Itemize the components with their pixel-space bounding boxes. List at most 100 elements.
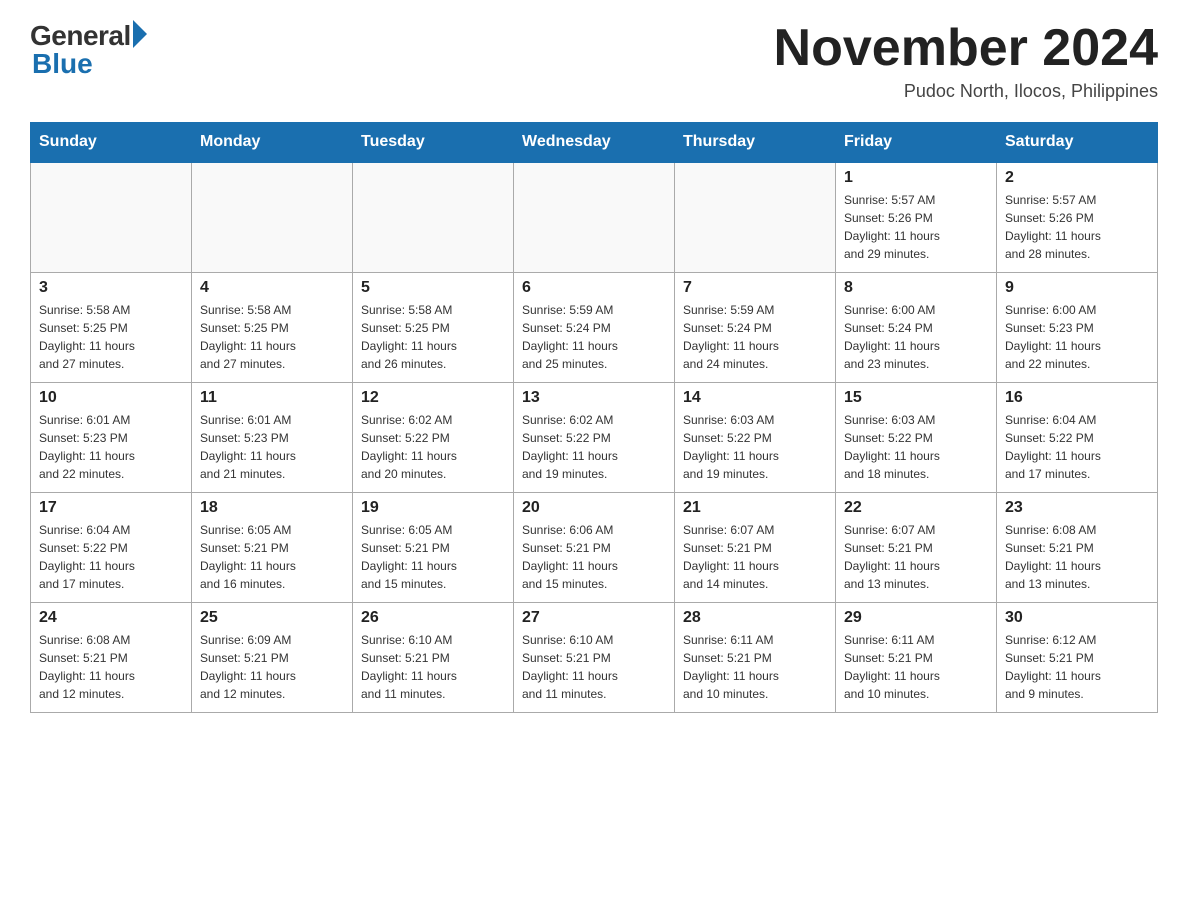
sun-info: Sunrise: 6:08 AM Sunset: 5:21 PM Dayligh… xyxy=(39,631,183,703)
day-number: 3 xyxy=(39,279,183,297)
calendar-cell xyxy=(675,162,836,272)
sun-info: Sunrise: 6:03 AM Sunset: 5:22 PM Dayligh… xyxy=(683,411,827,483)
sun-info: Sunrise: 5:58 AM Sunset: 5:25 PM Dayligh… xyxy=(39,301,183,373)
sun-info: Sunrise: 6:10 AM Sunset: 5:21 PM Dayligh… xyxy=(522,631,666,703)
day-number: 21 xyxy=(683,499,827,517)
logo-arrow-icon xyxy=(133,20,147,48)
calendar-cell: 8 Sunrise: 6:00 AM Sunset: 5:24 PM Daylig… xyxy=(836,272,997,382)
calendar-cell: 3 Sunrise: 5:58 AM Sunset: 5:25 PM Daylig… xyxy=(31,272,192,382)
col-wednesday: Wednesday xyxy=(514,123,675,163)
calendar-cell: 14 Sunrise: 6:03 AM Sunset: 5:22 PM Dayli… xyxy=(675,382,836,492)
calendar-cell: 7Sunrise: 5:59 AM Sunset: 5:24 PM Daylig… xyxy=(675,272,836,382)
calendar-cell: 29 Sunrise: 6:11 AM Sunset: 5:21 PM Dayli… xyxy=(836,602,997,712)
month-year-title: November 2024 xyxy=(774,20,1158,77)
calendar-cell xyxy=(31,162,192,272)
sun-info: Sunrise: 6:12 AM Sunset: 5:21 PM Dayligh… xyxy=(1005,631,1149,703)
day-number: 23 xyxy=(1005,499,1149,517)
page-header: General Blue November 2024 Pudoc North, … xyxy=(30,20,1158,102)
calendar-cell: 16Sunrise: 6:04 AM Sunset: 5:22 PM Dayli… xyxy=(997,382,1158,492)
location-subtitle: Pudoc North, Ilocos, Philippines xyxy=(774,81,1158,102)
calendar-cell xyxy=(514,162,675,272)
day-number: 5 xyxy=(361,279,505,297)
calendar-row-2: 3 Sunrise: 5:58 AM Sunset: 5:25 PM Daylig… xyxy=(31,272,1158,382)
day-number: 26 xyxy=(361,609,505,627)
calendar-cell: 11 Sunrise: 6:01 AM Sunset: 5:23 PM Dayli… xyxy=(192,382,353,492)
calendar-cell: 17 Sunrise: 6:04 AM Sunset: 5:22 PM Dayli… xyxy=(31,492,192,602)
day-number: 17 xyxy=(39,499,183,517)
calendar-cell: 1 Sunrise: 5:57 AM Sunset: 5:26 PM Daylig… xyxy=(836,162,997,272)
sun-info: Sunrise: 6:02 AM Sunset: 5:22 PM Dayligh… xyxy=(361,411,505,483)
calendar-cell: 10 Sunrise: 6:01 AM Sunset: 5:23 PM Dayli… xyxy=(31,382,192,492)
col-sunday: Sunday xyxy=(31,123,192,163)
calendar-cell xyxy=(192,162,353,272)
day-number: 14 xyxy=(683,389,827,407)
calendar-cell xyxy=(353,162,514,272)
calendar-cell: 27 Sunrise: 6:10 AM Sunset: 5:21 PM Dayli… xyxy=(514,602,675,712)
sun-info: Sunrise: 6:10 AM Sunset: 5:21 PM Dayligh… xyxy=(361,631,505,703)
calendar-cell: 9 Sunrise: 6:00 AM Sunset: 5:23 PM Daylig… xyxy=(997,272,1158,382)
calendar-cell: 24 Sunrise: 6:08 AM Sunset: 5:21 PM Dayli… xyxy=(31,602,192,712)
calendar-cell: 13 Sunrise: 6:02 AM Sunset: 5:22 PM Dayli… xyxy=(514,382,675,492)
day-number: 22 xyxy=(844,499,988,517)
sun-info: Sunrise: 6:07 AM Sunset: 5:21 PM Dayligh… xyxy=(683,521,827,593)
calendar-cell: 26 Sunrise: 6:10 AM Sunset: 5:21 PM Dayli… xyxy=(353,602,514,712)
calendar-row-1: 1 Sunrise: 5:57 AM Sunset: 5:26 PM Daylig… xyxy=(31,162,1158,272)
sun-info: Sunrise: 6:00 AM Sunset: 5:24 PM Dayligh… xyxy=(844,301,988,373)
calendar-cell: 23 Sunrise: 6:08 AM Sunset: 5:21 PM Dayli… xyxy=(997,492,1158,602)
sun-info: Sunrise: 6:00 AM Sunset: 5:23 PM Dayligh… xyxy=(1005,301,1149,373)
day-number: 9 xyxy=(1005,279,1149,297)
calendar-row-3: 10 Sunrise: 6:01 AM Sunset: 5:23 PM Dayli… xyxy=(31,382,1158,492)
day-number: 4 xyxy=(200,279,344,297)
calendar-cell: 20Sunrise: 6:06 AM Sunset: 5:21 PM Dayli… xyxy=(514,492,675,602)
sun-info: Sunrise: 6:11 AM Sunset: 5:21 PM Dayligh… xyxy=(844,631,988,703)
day-number: 11 xyxy=(200,389,344,407)
day-number: 8 xyxy=(844,279,988,297)
calendar-cell: 30 Sunrise: 6:12 AM Sunset: 5:21 PM Dayli… xyxy=(997,602,1158,712)
calendar-cell: 18Sunrise: 6:05 AM Sunset: 5:21 PM Dayli… xyxy=(192,492,353,602)
sun-info: Sunrise: 5:57 AM Sunset: 5:26 PM Dayligh… xyxy=(844,191,988,263)
sun-info: Sunrise: 6:05 AM Sunset: 5:21 PM Dayligh… xyxy=(361,521,505,593)
day-number: 30 xyxy=(1005,609,1149,627)
day-number: 27 xyxy=(522,609,666,627)
day-number: 19 xyxy=(361,499,505,517)
day-number: 10 xyxy=(39,389,183,407)
col-saturday: Saturday xyxy=(997,123,1158,163)
sun-info: Sunrise: 6:11 AM Sunset: 5:21 PM Dayligh… xyxy=(683,631,827,703)
sun-info: Sunrise: 5:59 AM Sunset: 5:24 PM Dayligh… xyxy=(522,301,666,373)
day-number: 7 xyxy=(683,279,827,297)
calendar-cell: 6 Sunrise: 5:59 AM Sunset: 5:24 PM Daylig… xyxy=(514,272,675,382)
calendar-cell: 22 Sunrise: 6:07 AM Sunset: 5:21 PM Dayli… xyxy=(836,492,997,602)
calendar-table: Sunday Monday Tuesday Wednesday Thursday… xyxy=(30,122,1158,713)
title-section: November 2024 Pudoc North, Ilocos, Phili… xyxy=(774,20,1158,102)
sun-info: Sunrise: 6:03 AM Sunset: 5:22 PM Dayligh… xyxy=(844,411,988,483)
sun-info: Sunrise: 6:08 AM Sunset: 5:21 PM Dayligh… xyxy=(1005,521,1149,593)
sun-info: Sunrise: 6:04 AM Sunset: 5:22 PM Dayligh… xyxy=(39,521,183,593)
day-number: 15 xyxy=(844,389,988,407)
day-number: 29 xyxy=(844,609,988,627)
day-number: 6 xyxy=(522,279,666,297)
day-number: 24 xyxy=(39,609,183,627)
sun-info: Sunrise: 6:02 AM Sunset: 5:22 PM Dayligh… xyxy=(522,411,666,483)
day-number: 18 xyxy=(200,499,344,517)
sun-info: Sunrise: 6:07 AM Sunset: 5:21 PM Dayligh… xyxy=(844,521,988,593)
sun-info: Sunrise: 5:57 AM Sunset: 5:26 PM Dayligh… xyxy=(1005,191,1149,263)
sun-info: Sunrise: 6:04 AM Sunset: 5:22 PM Dayligh… xyxy=(1005,411,1149,483)
day-number: 1 xyxy=(844,169,988,187)
day-number: 12 xyxy=(361,389,505,407)
calendar-row-5: 24 Sunrise: 6:08 AM Sunset: 5:21 PM Dayli… xyxy=(31,602,1158,712)
day-number: 13 xyxy=(522,389,666,407)
calendar-cell: 25Sunrise: 6:09 AM Sunset: 5:21 PM Dayli… xyxy=(192,602,353,712)
day-number: 28 xyxy=(683,609,827,627)
sun-info: Sunrise: 6:01 AM Sunset: 5:23 PM Dayligh… xyxy=(200,411,344,483)
calendar-cell: 15 Sunrise: 6:03 AM Sunset: 5:22 PM Dayli… xyxy=(836,382,997,492)
calendar-cell: 4Sunrise: 5:58 AM Sunset: 5:25 PM Daylig… xyxy=(192,272,353,382)
col-tuesday: Tuesday xyxy=(353,123,514,163)
col-thursday: Thursday xyxy=(675,123,836,163)
sun-info: Sunrise: 5:58 AM Sunset: 5:25 PM Dayligh… xyxy=(361,301,505,373)
calendar-cell: 21 Sunrise: 6:07 AM Sunset: 5:21 PM Dayli… xyxy=(675,492,836,602)
calendar-cell: 28 Sunrise: 6:11 AM Sunset: 5:21 PM Dayli… xyxy=(675,602,836,712)
sun-info: Sunrise: 6:09 AM Sunset: 5:21 PM Dayligh… xyxy=(200,631,344,703)
sun-info: Sunrise: 6:01 AM Sunset: 5:23 PM Dayligh… xyxy=(39,411,183,483)
col-monday: Monday xyxy=(192,123,353,163)
sun-info: Sunrise: 6:06 AM Sunset: 5:21 PM Dayligh… xyxy=(522,521,666,593)
